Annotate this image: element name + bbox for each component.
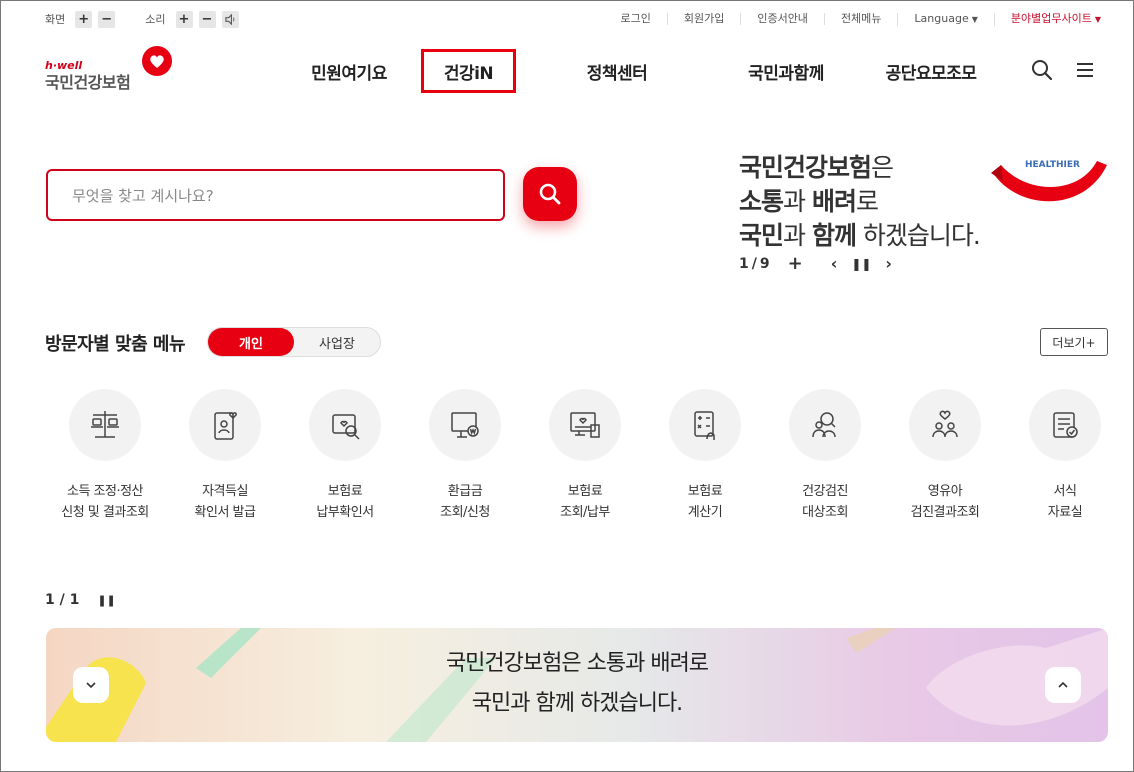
search-icon bbox=[539, 183, 561, 205]
chevron-left-icon[interactable]: ‹ bbox=[831, 254, 838, 273]
more-button[interactable]: 더보기+ bbox=[1040, 328, 1108, 356]
monitor-doc-icon bbox=[570, 412, 600, 438]
speaker-icon[interactable] bbox=[221, 10, 239, 28]
quick-menu-item[interactable]: 보험료 납부확인서 bbox=[285, 389, 405, 523]
volume-down-button[interactable]: − bbox=[198, 10, 216, 28]
nav-health-in[interactable]: 건강iN bbox=[421, 49, 516, 93]
screen-size-label: 화면 bbox=[45, 13, 66, 26]
banner-expand-button[interactable] bbox=[73, 667, 109, 703]
healthier-badge: HEALTHIER bbox=[991, 160, 1107, 202]
scale-icon bbox=[91, 411, 119, 438]
form-doc-icon bbox=[1053, 412, 1078, 438]
visitor-type-toggle: 개인 사업장 bbox=[207, 327, 381, 357]
main-navigation: 민원여기요 건강iN 정책센터 국민과함께 공단요모조모 bbox=[277, 49, 1008, 93]
header-icons bbox=[1031, 59, 1095, 81]
quick-menu-item[interactable]: 건강검진 대상조회 bbox=[765, 389, 885, 523]
heart-logo-icon bbox=[142, 46, 172, 76]
quick-menu-list: 소득 조정·정산 신청 및 결과조회 자격득실 확인서 발급 보험료 납부확인서 환급… bbox=[45, 389, 1125, 523]
people-search-icon bbox=[812, 412, 836, 438]
healthier-text: HEALTHIER bbox=[1025, 160, 1080, 170]
caret-down-icon: ▼ bbox=[971, 14, 978, 24]
quick-menu-item[interactable]: 자격득실 확인서 발급 bbox=[165, 389, 285, 523]
family-heart-icon bbox=[932, 410, 958, 438]
search-button[interactable] bbox=[523, 167, 577, 221]
quick-menu-item[interactable]: 보험료 조회/납부 bbox=[525, 389, 645, 523]
visitor-menu-title: 방문자별 맞춤 메뉴 bbox=[45, 334, 186, 355]
menu-pager: 1 / 1 ❚❚ bbox=[45, 592, 116, 608]
hero-pager-current: 1 bbox=[739, 255, 749, 272]
nav-corporation-info[interactable]: 공단요모조모 bbox=[854, 49, 1008, 93]
hero-pager-total: 9 bbox=[759, 255, 770, 272]
caret-down-icon: ▼ bbox=[1094, 14, 1101, 24]
banner-text: 국민건강보험은 소통과 배려로 국민과 함께 하겠습니다. bbox=[445, 651, 709, 716]
hero-pager: 1 / 9 + ‹ ❚❚ › bbox=[739, 253, 893, 274]
calculator-icon bbox=[694, 411, 715, 440]
menu-pager-text: 1 / 1 bbox=[45, 592, 80, 608]
plus-icon[interactable]: + bbox=[788, 253, 803, 274]
screen-zoom-in-button[interactable]: + bbox=[75, 10, 93, 28]
quick-menu-item[interactable]: 환급금 조회/신청 bbox=[405, 389, 525, 523]
chevron-down-icon bbox=[86, 682, 96, 689]
search-icon[interactable] bbox=[1031, 59, 1053, 81]
nav-with-citizens[interactable]: 국민과함께 bbox=[718, 49, 854, 93]
nhis-logo[interactable]: h·well 국민건강보험 bbox=[45, 45, 175, 95]
quick-menu-item[interactable]: 영유아 검진결과조회 bbox=[885, 389, 1005, 523]
language-select[interactable]: Language ▼ bbox=[897, 12, 993, 26]
pause-icon[interactable]: ❚❚ bbox=[851, 257, 871, 271]
volume-up-button[interactable]: + bbox=[175, 10, 193, 28]
heart-search-icon bbox=[332, 414, 360, 440]
login-link[interactable]: 로그인 bbox=[604, 13, 666, 25]
all-menu-link[interactable]: 전체메뉴 bbox=[823, 13, 897, 25]
monitor-won-icon bbox=[451, 412, 479, 438]
quick-menu-item[interactable]: 서식 자료실 bbox=[1005, 389, 1125, 523]
hero-slogan: 국민건강보험은 소통과 배려로 국민과 함께 하겠습니다. bbox=[739, 153, 981, 250]
utility-bar: 화면 + − 소리 + − 로그인 회원가입 인증서안내 전체메뉴 Langua… bbox=[45, 9, 1105, 29]
id-card-heart-icon bbox=[214, 412, 237, 440]
search-input[interactable]: 무엇을 찾고 계시나요? bbox=[46, 169, 505, 221]
accessibility-controls: 화면 + − 소리 + − bbox=[45, 10, 239, 28]
logo-name-text: 국민건강보험 bbox=[45, 73, 131, 92]
sound-label: 소리 bbox=[145, 13, 166, 26]
search-placeholder: 무엇을 찾고 계시나요? bbox=[72, 186, 214, 205]
certificate-guide-link[interactable]: 인증서안내 bbox=[740, 13, 824, 25]
tab-business[interactable]: 사업장 bbox=[294, 328, 380, 356]
pause-icon[interactable]: ❚❚ bbox=[97, 594, 115, 607]
signup-link[interactable]: 회원가입 bbox=[666, 13, 740, 25]
quick-menu-item[interactable]: 보험료 계산기 bbox=[645, 389, 765, 523]
page-frame: 화면 + − 소리 + − 로그인 회원가입 인증서안내 전체메뉴 Langua… bbox=[0, 0, 1134, 772]
banner-collapse-button[interactable] bbox=[1045, 667, 1081, 703]
chevron-up-icon bbox=[1058, 681, 1068, 688]
hamburger-menu-icon[interactable] bbox=[1075, 61, 1095, 79]
nav-policy-center[interactable]: 정책센터 bbox=[516, 49, 718, 93]
chevron-right-icon[interactable]: › bbox=[885, 254, 892, 273]
utility-links: 로그인 회원가입 인증서안내 전체메뉴 Language ▼ 분야별업무사이트 ▼ bbox=[604, 12, 1105, 26]
screen-zoom-out-button[interactable]: − bbox=[98, 10, 116, 28]
field-site-select[interactable]: 분야별업무사이트 ▼ bbox=[993, 12, 1105, 26]
nav-civil-complaint[interactable]: 민원여기요 bbox=[277, 49, 421, 93]
slogan-banner: 국민건강보험은 소통과 배려로 국민과 함께 하겠습니다. bbox=[46, 628, 1108, 742]
tab-personal[interactable]: 개인 bbox=[208, 328, 294, 356]
quick-menu-item[interactable]: 소득 조정·정산 신청 및 결과조회 bbox=[45, 389, 165, 523]
